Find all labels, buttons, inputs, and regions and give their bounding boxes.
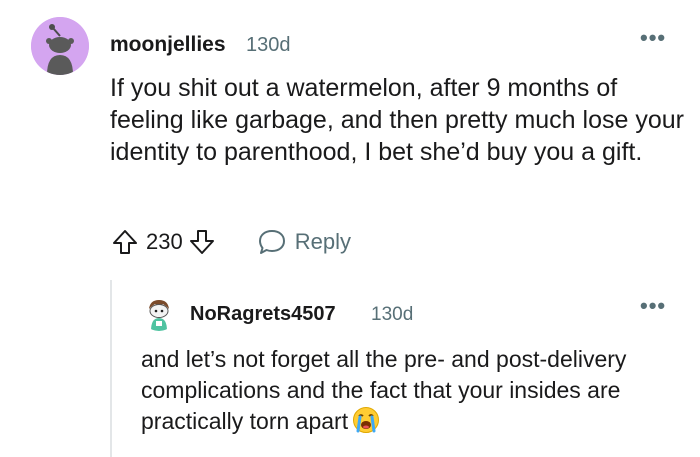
snoo-avatar-icon: [31, 17, 89, 75]
downvote-button[interactable]: [187, 227, 217, 257]
downvote-arrow-icon: [189, 230, 214, 254]
upvote-button[interactable]: [110, 227, 140, 257]
comment-body-text: and let’s not forget all the pre- and po…: [141, 346, 627, 434]
comment-body: and let’s not forget all the pre- and po…: [141, 344, 661, 437]
avatar[interactable]: [141, 295, 177, 331]
avatar[interactable]: [31, 17, 89, 75]
comment-author[interactable]: NoRagrets4507: [190, 303, 336, 326]
reply-button[interactable]: Reply: [257, 228, 351, 256]
more-options-button[interactable]: •••: [640, 295, 670, 317]
reply-label: Reply: [294, 229, 351, 254]
snoo-avatar-icon: [141, 295, 177, 331]
comment-age: 130d: [246, 34, 291, 56]
upvote-arrow-icon: [113, 230, 137, 254]
more-options-button[interactable]: •••: [640, 27, 670, 49]
comment-author[interactable]: moonjellies: [110, 33, 226, 57]
comment-age: 130d: [371, 304, 414, 325]
speech-bubble-icon: [258, 230, 285, 254]
comment-thread: moonjellies 130d ••• If you shit out a w…: [0, 0, 700, 457]
loudly-crying-face-icon: [352, 406, 380, 434]
comment-body: If you shit out a watermelon, after 9 mo…: [110, 74, 684, 166]
comment-actions: 230 Reply: [110, 226, 351, 258]
vote-score: 230: [146, 229, 183, 254]
thread-line[interactable]: [110, 280, 112, 457]
